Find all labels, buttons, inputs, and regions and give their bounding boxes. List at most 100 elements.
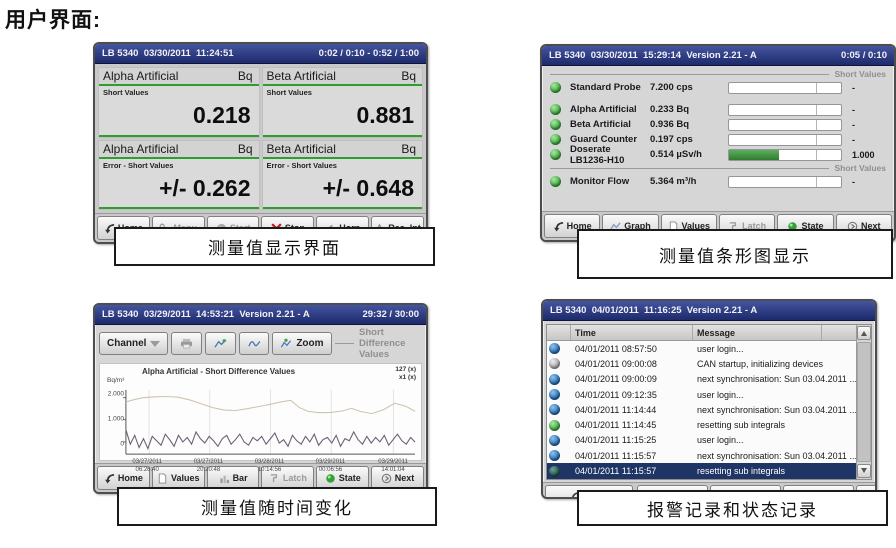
chart-plot-area: 2.000 1.000 0 (100, 386, 421, 458)
page-title: 用户界面: (5, 4, 101, 34)
channel-unit: Bq (238, 142, 253, 156)
table-row-selected[interactable]: 04/01/2011 11:15:57resetting sub integra… (547, 463, 856, 478)
chart-title: Alpha Artificial - Short Difference Valu… (142, 367, 295, 376)
triangle-down-icon (861, 468, 867, 473)
chart-scale-note: 127 (x) (395, 366, 416, 373)
chart-canvas (100, 386, 421, 458)
channel-dropdown[interactable]: Channel (99, 332, 168, 355)
value-tile: Beta ArtificialBq Error - Short Values +… (263, 141, 423, 210)
time-column-header: Time (571, 325, 693, 340)
log-table: Time Message 04/01/2011 08:57:50user log… (546, 324, 872, 480)
scrollbar-thumb[interactable] (857, 342, 871, 462)
dropdown-label: Channel (107, 338, 146, 349)
icon-column-header (547, 325, 571, 340)
print-button[interactable] (171, 332, 202, 355)
message-column-header: Message (693, 325, 822, 340)
scrollbar[interactable] (856, 325, 871, 479)
table-row[interactable]: 04/01/2011 11:15:25user login... (547, 433, 856, 448)
bar-scale-value: - (852, 120, 886, 130)
table-row[interactable]: 04/01/2011 11:14:44next synchronisation:… (547, 402, 856, 417)
manual-page: 用户界面: LB 5340 03/30/2011 11:24:51 0:02 /… (0, 0, 896, 548)
bar-scale-value: - (852, 105, 886, 115)
chart-toolbar: Channel Zoom Short Difference Values (95, 325, 426, 362)
titlebar-timer: 0:05 / 0:10 (841, 50, 887, 61)
value-type-label: Short Values (263, 86, 423, 97)
table-row[interactable]: 04/01/2011 09:12:35user login... (547, 387, 856, 402)
value-tile: Alpha ArtificialBq Short Values 0.218 (99, 68, 259, 137)
titlebar-left: LB 5340 03/30/2011 15:29:14 Version 2.21… (549, 50, 757, 61)
panel-log: LB 5340 04/01/2011 11:16:25 Version 2.21… (541, 299, 877, 499)
value-bar (728, 82, 842, 94)
channel-name: Beta Artificial (267, 69, 336, 83)
channel-value: 0.233 Bq (650, 104, 728, 115)
channel-value: 0.514 µSv/h (650, 149, 728, 160)
section-label: Short Values (835, 69, 887, 79)
section-separator: Short Values (550, 68, 886, 80)
event-led-icon (549, 450, 560, 461)
table-row[interactable]: 04/01/2011 09:00:09next synchronisation:… (547, 372, 856, 387)
status-led-icon (550, 149, 561, 160)
channel-value: 7.200 cps (650, 82, 728, 93)
event-led-icon (549, 343, 560, 354)
bar-scale-value: - (852, 83, 886, 93)
scroll-up-button[interactable] (857, 326, 871, 340)
x-axis-labels: 03/27/201106:26:40 03/27/201120:20:48 03… (100, 459, 421, 475)
scroll-down-button[interactable] (857, 464, 871, 478)
channel-value: 0.197 cps (650, 134, 728, 145)
mode-label: Short Difference Values (359, 327, 420, 360)
titlebar-left: LB 5340 03/29/2011 14:53:21 Version 2.21… (102, 309, 310, 320)
titlebar-left: LB 5340 04/01/2011 11:16:25 Version 2.21… (550, 305, 757, 316)
caption-trend-chart: 测量值随时间变化 (117, 487, 437, 526)
zoom-chart-icon (280, 338, 292, 349)
table-row[interactable]: 04/01/2011 11:14:45resetting sub integra… (547, 417, 856, 432)
bar-row: Alpha Artificial 0.233 Bq - (550, 102, 886, 117)
bar-rows: Short Values Standard Probe 7.200 cps - … (542, 66, 894, 211)
value-type-label: Short Values (99, 86, 259, 97)
y-tick-label: 2.000 (100, 390, 124, 397)
table-row[interactable]: 04/01/2011 09:00:08CAN startup, initiali… (547, 356, 856, 371)
channel-name: Alpha Artificial (103, 69, 178, 83)
bar-scale-value: - (852, 177, 886, 187)
measurement-value: 0.218 (99, 97, 259, 135)
value-bar (728, 149, 842, 161)
zoom-button[interactable]: Zoom (272, 332, 331, 355)
titlebar-timer: 29:32 / 30:00 (362, 309, 419, 320)
event-led-icon (549, 466, 560, 477)
value-tiles: Alpha ArtificialBq Short Values 0.218 Be… (95, 64, 426, 213)
printer-icon (180, 338, 193, 349)
device-titlebar: LB 5340 03/29/2011 14:53:21 Version 2.21… (95, 305, 426, 325)
home-icon (553, 221, 564, 232)
extra-column-header (822, 325, 856, 340)
status-led-icon (550, 134, 561, 145)
section-separator: Short Values (550, 162, 886, 174)
event-led-icon (549, 420, 560, 431)
triangle-up-icon (861, 331, 867, 336)
status-led-icon (550, 104, 561, 115)
table-row[interactable]: 04/01/2011 11:15:57next synchronisation:… (547, 448, 856, 463)
device-titlebar: LB 5340 04/01/2011 11:16:25 Version 2.21… (543, 301, 875, 321)
bar-scale-value: 1.000 (852, 150, 886, 160)
channel-name: Standard Probe (570, 82, 650, 93)
chart-scale-note: x1 (x) (399, 374, 416, 381)
wave-chart-icon (248, 338, 261, 349)
value-tile: Alpha ArtificialBq Error - Short Values … (99, 141, 259, 210)
y-tick-label: 0 (100, 441, 124, 448)
scale-chart-button[interactable] (239, 332, 270, 355)
chevron-down-icon (150, 341, 160, 347)
bar-row: Beta Artificial 0.936 Bq - (550, 117, 886, 132)
channel-value: 0.936 Bq (650, 119, 728, 130)
measurement-value: 0.881 (263, 97, 423, 135)
channel-name: Monitor Flow (570, 176, 650, 187)
status-led-icon (550, 119, 561, 130)
autoscale-button[interactable] (205, 332, 236, 355)
channel-value: 5.364 m³/h (650, 176, 728, 187)
value-bar (728, 119, 842, 131)
table-row[interactable]: 04/01/2011 08:57:50user login... (547, 341, 856, 356)
trend-chart: Alpha Artificial - Short Difference Valu… (99, 363, 422, 461)
channel-unit: Bq (401, 69, 416, 83)
panel-trend-chart: LB 5340 03/29/2011 14:53:21 Version 2.21… (93, 303, 428, 494)
value-bar (728, 176, 842, 188)
status-led-icon (550, 176, 561, 187)
table-header: Time Message (547, 325, 856, 341)
event-led-icon (549, 435, 560, 446)
